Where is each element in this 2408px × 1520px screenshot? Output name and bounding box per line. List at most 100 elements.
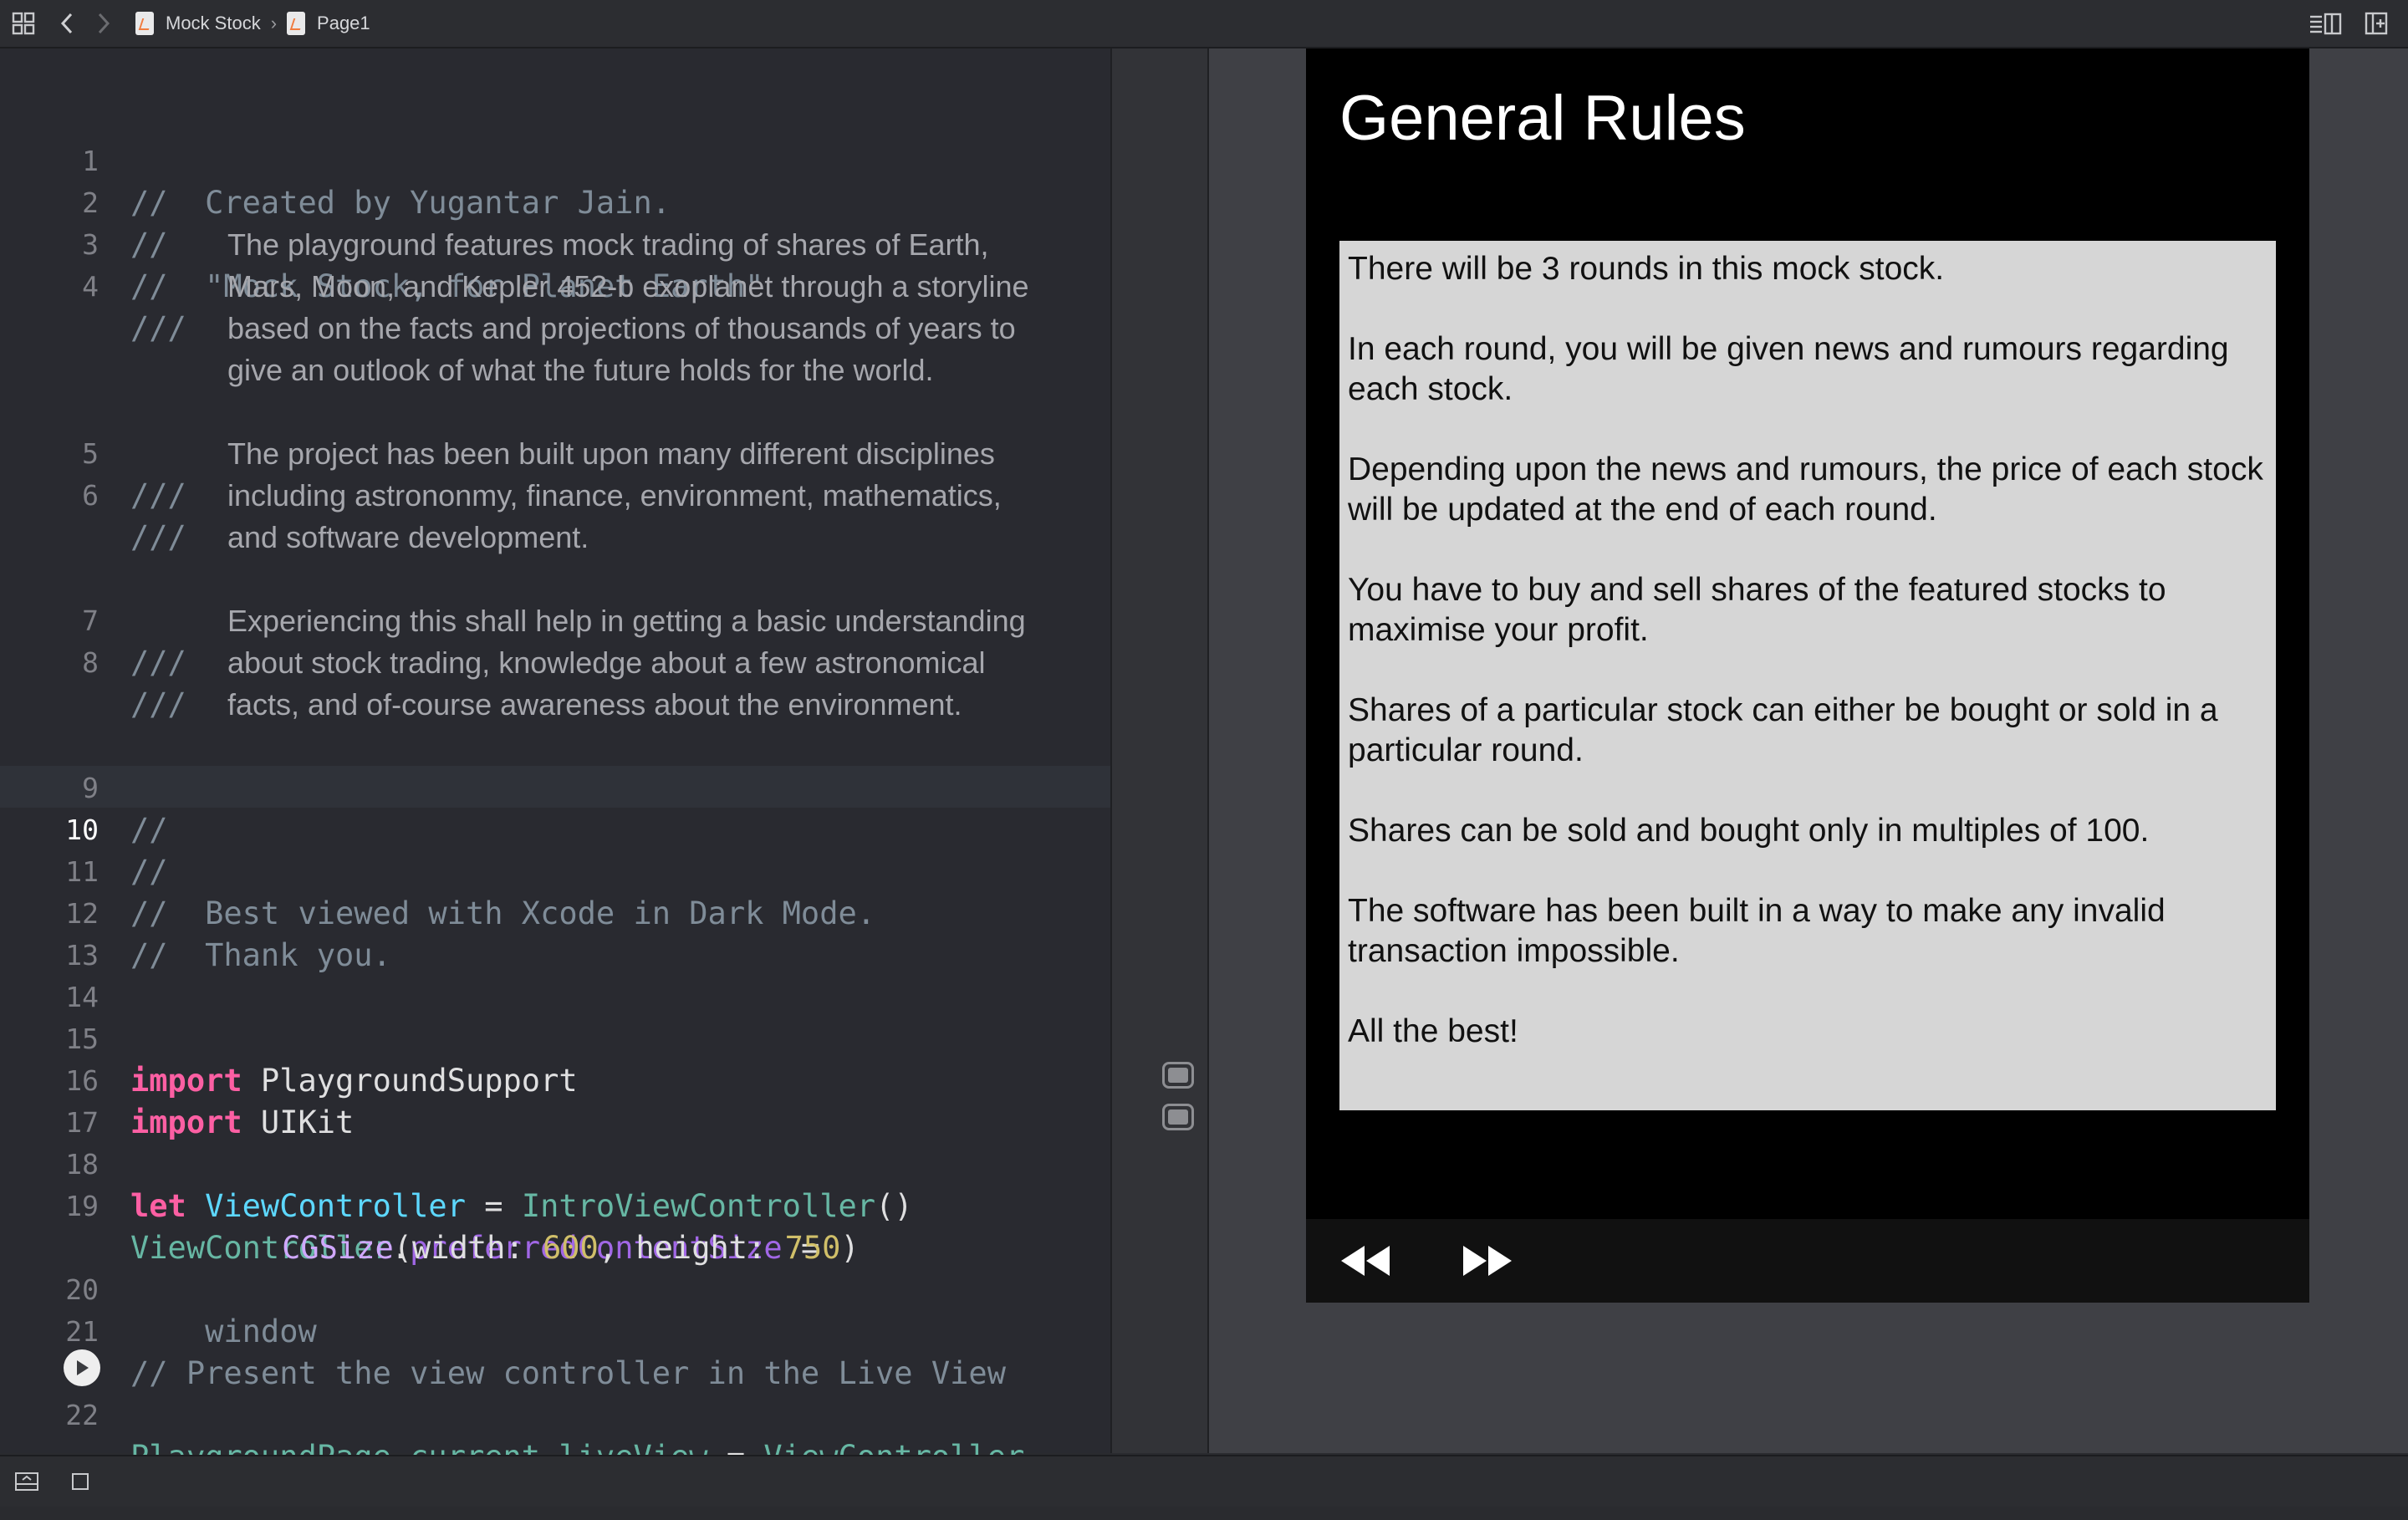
code-line: 21 // Present the view controller in the… (0, 1269, 1006, 1391)
swift-file-icon (135, 12, 154, 35)
keyword: import (130, 1063, 242, 1099)
code-line: 15 import PlaygroundSupport (0, 977, 577, 1099)
code-line: 22 PlaygroundPage.current.liveView = Vie… (0, 1353, 1024, 1475)
doc-text: Experiencing this shall help in getting … (227, 604, 1026, 638)
argument-text: , height: (598, 1230, 785, 1266)
code-line: 11 // Best viewed with Xcode in Dark Mod… (0, 809, 875, 931)
line-number: 22 (65, 1399, 99, 1431)
rules-text-view[interactable]: There will be 3 rounds in this mock stoc… (1339, 241, 2276, 1110)
line-number: 6 (82, 479, 99, 512)
code-line: 13 (0, 893, 99, 972)
code-line: 18 let ViewController = IntroViewControl… (0, 1102, 912, 1224)
keyword: import (130, 1104, 242, 1140)
current-line-highlight (0, 766, 1110, 808)
comment: // Present the view controller in the Li… (130, 1355, 1006, 1391)
doc-comment-marker: /// (130, 310, 186, 346)
code-line: 2 // (0, 140, 167, 263)
comment: // (130, 227, 168, 263)
module-name: PlaygroundSupport (242, 1063, 578, 1099)
argument-text: (width: (393, 1230, 543, 1266)
doc-text: based on the facts and projections of th… (227, 311, 1016, 345)
comment: /// (130, 645, 186, 681)
doc-comment-marker: /// (130, 686, 186, 722)
line-number: 8 (82, 646, 99, 679)
doc-text: about stock trading, knowledge about a f… (227, 645, 986, 680)
quick-look-icon[interactable] (1162, 1062, 1194, 1089)
line-number: 19 (65, 1190, 99, 1222)
code-line: 6 /// (0, 433, 186, 555)
results-sidebar (1110, 48, 1209, 1453)
rule-text: Shares can be sold and bought only in mu… (1348, 813, 2150, 849)
parens: ) (840, 1230, 860, 1266)
code-line: 8 /// (0, 600, 186, 722)
code-line: 16 import UIKit (0, 1018, 354, 1140)
line-number: 21 (65, 1315, 99, 1348)
keyword: let (130, 1188, 186, 1224)
parens: () (875, 1188, 913, 1224)
rule-text: You have to buy and sell shares of the f… (1348, 572, 2166, 648)
doc-text: and software development. (227, 520, 589, 554)
code-line-continuation: CGSize(width: 600, height: 750) (207, 1186, 860, 1266)
library-icon[interactable] (2360, 7, 2393, 40)
comment: // (130, 854, 168, 890)
doc-text: Mars, Moon, and Kepler 452-b exoplanet t… (227, 269, 1029, 303)
code-line: 7 /// (0, 559, 186, 681)
comment: /// (130, 477, 186, 513)
doc-comment-block: Experiencing this shall help in getting … (227, 600, 1089, 726)
live-view-device: General Rules There will be 3 rounds in … (1306, 48, 2309, 1303)
number-literal: 600 (542, 1230, 599, 1266)
stop-icon[interactable] (64, 1465, 97, 1498)
rule-text: Shares of a particular stock can either … (1348, 692, 2218, 768)
forward-chevron-icon[interactable] (87, 7, 120, 40)
doc-text: including astrononmy, finance, environme… (227, 478, 1002, 513)
comment: // Created by Yugantar Jain. (130, 185, 671, 221)
rule-text: There will be 3 rounds in this mock stoc… (1348, 251, 1945, 287)
comment: // (130, 812, 168, 848)
doc-text: facts, and of-course awareness about the… (227, 687, 962, 722)
code-line: 4 /// (0, 224, 186, 346)
doc-text: The project has been built upon many dif… (227, 436, 995, 471)
rule-text: All the best! (1348, 1013, 1518, 1049)
line-number: 4 (82, 270, 99, 303)
code-line: 20 (0, 1227, 99, 1306)
doc-text: The playground features mock trading of … (227, 227, 989, 262)
code-line: 5 /// (0, 391, 186, 513)
function-call: CGSize (282, 1230, 394, 1266)
navigation-controls (1306, 1219, 2309, 1303)
fast-forward-icon[interactable] (1455, 1234, 1522, 1288)
rule-text: The software has been built in a way to … (1348, 893, 2166, 969)
swift-file-icon (287, 12, 306, 35)
breadcrumb-project[interactable]: Mock Stock (166, 13, 261, 34)
code-editor[interactable]: 1 // Created by Yugantar Jain. 2 // 3 //… (0, 48, 1110, 1475)
toolbar: Mock Stock › Page1 (0, 0, 2408, 48)
debug-bar (0, 1455, 2408, 1507)
grid-icon[interactable] (7, 7, 40, 40)
quick-look-icon[interactable] (1162, 1104, 1194, 1130)
module-name: UIKit (242, 1104, 355, 1140)
rule-text: In each round, you will be given news an… (1348, 331, 2229, 407)
page-title: General Rules (1339, 83, 1746, 154)
doc-comment-marker: /// (130, 519, 186, 555)
doc-comment-block: The playground features mock trading of … (227, 224, 1089, 391)
code-line-current: 10 // (0, 768, 167, 890)
comment-continuation: window (130, 1313, 317, 1349)
back-chevron-icon[interactable] (50, 7, 84, 40)
breadcrumb: Mock Stock › Page1 (135, 0, 370, 47)
code-line: 9 // (0, 726, 167, 848)
comment: // Best viewed with Xcode in Dark Mode. (130, 895, 876, 931)
code-line: 12 // Thank you. (0, 851, 391, 973)
doc-text: give an outlook of what the future holds… (227, 353, 934, 387)
rewind-icon[interactable] (1333, 1234, 1400, 1288)
breadcrumb-separator-icon: › (270, 13, 278, 33)
breadcrumb-page[interactable]: Page1 (317, 13, 370, 34)
comment: // Thank you. (130, 937, 391, 973)
run-icon[interactable] (64, 1349, 100, 1386)
debug-area-icon[interactable] (10, 1465, 43, 1498)
code-line: 3 // "Mock Stock, for Planet Earth" (0, 182, 763, 304)
inspector-toggle-icon[interactable] (2304, 7, 2346, 40)
rule-text: Depending upon the news and rumours, the… (1348, 451, 2263, 528)
code-line: 14 (0, 935, 99, 1013)
code-line: 1 // Created by Yugantar Jain. (0, 99, 671, 221)
code-line: 19 ViewController.preferredContentSize = (0, 1144, 819, 1266)
code-line: 17 (0, 1060, 99, 1139)
